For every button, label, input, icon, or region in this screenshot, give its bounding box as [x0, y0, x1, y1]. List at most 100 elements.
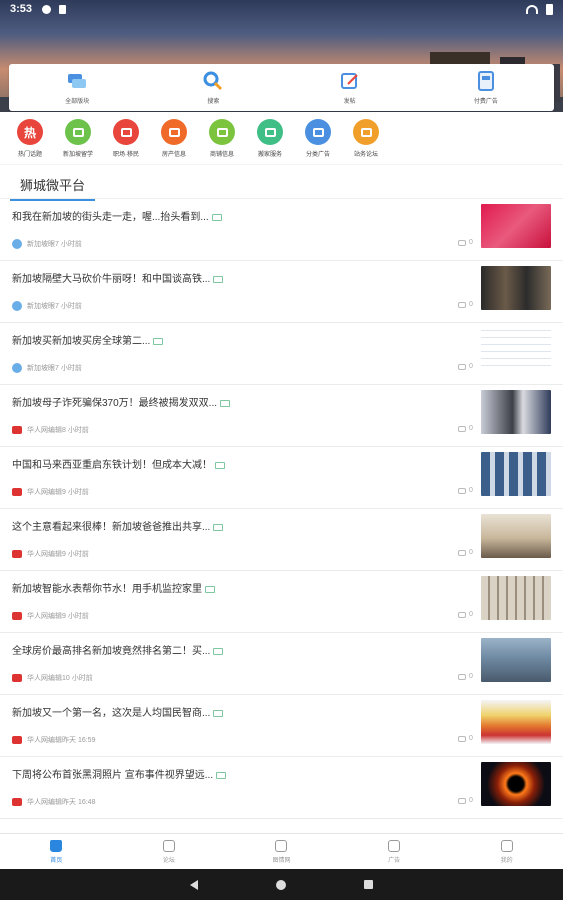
source-avatar-icon	[12, 550, 22, 558]
feed-row-title-text: 和我在新加坡的街头走一走，喔...抬头看到...	[12, 212, 209, 223]
bottom-nav-tab-3[interactable]: 广告	[338, 834, 451, 869]
category-label: 房产信息	[161, 152, 186, 158]
category-label: 新加坡留学	[62, 152, 93, 158]
shop-icon	[209, 119, 235, 145]
feed-row-title-text: 新加坡母子诈死骗保370万！最终被揭发双双...	[12, 398, 218, 409]
feed-row-meta: 新加坡眼 7 小时前	[12, 363, 82, 373]
feed-row-time: 10 小时前	[62, 675, 93, 682]
image-indicator-icon	[215, 461, 225, 469]
comment-icon	[458, 797, 466, 804]
feed-row-source: 华人网编辑	[27, 489, 62, 496]
status-time: 3:53	[10, 3, 33, 15]
feed-row-title: 新加坡智能水表帮你节水！用手机监控家里	[12, 580, 472, 595]
moving-icon	[257, 119, 283, 145]
feed-row-title: 新加坡母子诈死骗保370万！最终被揭发双双...	[12, 394, 472, 409]
bottom-nav-label: 图情网	[272, 857, 291, 864]
comment-count-value: 0	[469, 611, 473, 618]
feed-header: 狮城微平台	[0, 165, 563, 201]
top-menu-item-3[interactable]: 付费广告	[418, 64, 554, 111]
ad-icon	[475, 70, 497, 92]
feed-row-title: 新加坡买新加坡买房全球第二...	[12, 332, 472, 347]
feed-row-meta: 新加坡眼 7 小时前	[12, 239, 82, 249]
category-item-5[interactable]: 搬家服务	[246, 112, 294, 164]
feed-row-thumbnail[interactable]	[481, 514, 551, 558]
feed-row-thumbnail[interactable]	[481, 576, 551, 620]
comment-count-value: 0	[469, 797, 473, 804]
source-avatar-icon	[12, 363, 22, 373]
image-indicator-icon	[153, 337, 164, 345]
category-item-2[interactable]: 职场·移民	[102, 112, 150, 164]
comment-count: 0	[458, 363, 473, 370]
feed-row-thumbnail[interactable]	[481, 328, 551, 372]
feed-row-thumbnail[interactable]	[481, 762, 551, 806]
bottom-nav: 首页 论坛 图情网 广告 我的	[0, 833, 563, 869]
category-label: 热门话题	[17, 152, 42, 158]
feed-row-meta: 华人网编辑 10 小时前	[12, 673, 93, 683]
feed-row[interactable]: 和我在新加坡的街头走一走，喔...抬头看到... 新加坡眼 7 小时前 0	[0, 199, 563, 261]
category-item-4[interactable]: 商铺信息	[198, 112, 246, 164]
feed-row[interactable]: 这个主意看起来很棒！新加坡爸爸推出共享... 华人网编辑 9 小时前 0	[0, 509, 563, 571]
feed-row[interactable]: 全球房价最高排名新加坡竟然排名第二！买... 华人网编辑 10 小时前 0	[0, 633, 563, 695]
feed-row-meta: 华人网编辑 8 小时前	[12, 425, 89, 435]
comment-count-value: 0	[469, 549, 473, 556]
comment-count-value: 0	[469, 487, 473, 494]
category-item-0[interactable]: 热热门话题	[6, 112, 54, 164]
feed-row-thumbnail[interactable]	[481, 266, 551, 310]
feed-row-thumbnail[interactable]	[481, 638, 551, 682]
home-circle-icon[interactable]	[276, 879, 286, 890]
feed-row-title: 和我在新加坡的街头走一走，喔...抬头看到...	[12, 208, 472, 223]
feed-row-thumbnail[interactable]	[481, 452, 551, 496]
category-item-7[interactable]: 站务论坛	[342, 112, 390, 164]
image-indicator-icon	[213, 275, 224, 283]
search-icon	[202, 70, 224, 92]
top-menu-item-2[interactable]: 发帖	[282, 64, 418, 111]
back-icon[interactable]	[190, 879, 198, 890]
top-menu-label: 发帖	[343, 99, 356, 105]
feed-row-meta: 华人网编辑 9 小时前	[12, 611, 89, 621]
comment-count: 0	[458, 549, 473, 556]
bottom-nav-tab-4[interactable]: 我的	[450, 834, 563, 869]
image-indicator-icon	[220, 399, 231, 407]
bottom-nav-tab-2[interactable]: 图情网	[225, 834, 338, 869]
feed-row-title-text: 下周将公布首张黑洞照片 宣布事件视界望远...	[12, 770, 214, 781]
comment-count: 0	[458, 797, 473, 804]
category-item-3[interactable]: 房产信息	[150, 112, 198, 164]
chat-icon	[66, 70, 88, 92]
feed-row[interactable]: 新加坡母子诈死骗保370万！最终被揭发双双... 华人网编辑 8 小时前 0	[0, 385, 563, 447]
recents-icon[interactable]	[364, 880, 373, 889]
comment-icon	[458, 487, 466, 494]
feed-row-time: 8 小时前	[62, 427, 89, 434]
feed-row-title-text: 中国和马来西亚重启东铁计划！但成本大减！	[12, 460, 212, 471]
category-label: 职场·移民	[113, 152, 139, 158]
feed-row[interactable]: 新加坡智能水表帮你节水！用手机监控家里华人网编辑 9 小时前 0	[0, 571, 563, 633]
source-avatar-icon	[12, 426, 22, 434]
top-menu-label: 付费广告	[473, 99, 498, 105]
feed-row-thumbnail[interactable]	[481, 204, 551, 248]
feed-row[interactable]: 新加坡买新加坡买房全球第二... 新加坡眼 7 小时前 0	[0, 323, 563, 385]
category-item-6[interactable]: 分类广告	[294, 112, 342, 164]
feed-row-thumbnail[interactable]	[481, 390, 551, 434]
bottom-nav-tab-0[interactable]: 首页	[0, 834, 113, 869]
feed-row[interactable]: 新加坡又一个第一名，这次是人均国民智商... 华人网编辑 昨天 16:59 0	[0, 695, 563, 757]
feed-row-title-text: 新加坡隔壁大马砍价牛丽呀！和中国谈高铁...	[12, 274, 211, 285]
feed-row-thumbnail[interactable]	[481, 700, 551, 744]
top-menu-item-1[interactable]: 搜索	[145, 64, 281, 111]
category-label: 分类广告	[305, 152, 330, 158]
feed-row-time: 7 小时前	[55, 365, 82, 372]
feed-row-source: 华人网编辑	[27, 613, 62, 620]
comment-icon	[458, 425, 466, 432]
home-icon	[50, 839, 63, 852]
comment-icon	[458, 239, 466, 246]
feed-row-source: 华人网编辑	[27, 551, 62, 558]
wifi-icon	[526, 4, 538, 14]
feed: 狮城微平台 和我在新加坡的街头走一走，喔...抬头看到... 新加坡眼 7 小时前…	[0, 165, 563, 833]
feed-row[interactable]: 中国和马来西亚重启东铁计划！但成本大减！ 华人网编辑 9 小时前 0	[0, 447, 563, 509]
feed-row[interactable]: 新加坡隔壁大马砍价牛丽呀！和中国谈高铁... 新加坡眼 7 小时前 0	[0, 261, 563, 323]
source-avatar-icon	[12, 239, 22, 249]
category-item-1[interactable]: 新加坡留学	[54, 112, 102, 164]
top-menu-item-0[interactable]: 全部版块	[9, 64, 145, 111]
bottom-nav-tab-1[interactable]: 论坛	[113, 834, 226, 869]
feed-row[interactable]: 下周将公布首张黑洞照片 宣布事件视界望远... 华人网编辑 昨天 16:48 0	[0, 757, 563, 819]
feed-section-title[interactable]: 狮城微平台	[10, 175, 96, 201]
comment-count-value: 0	[469, 363, 473, 370]
